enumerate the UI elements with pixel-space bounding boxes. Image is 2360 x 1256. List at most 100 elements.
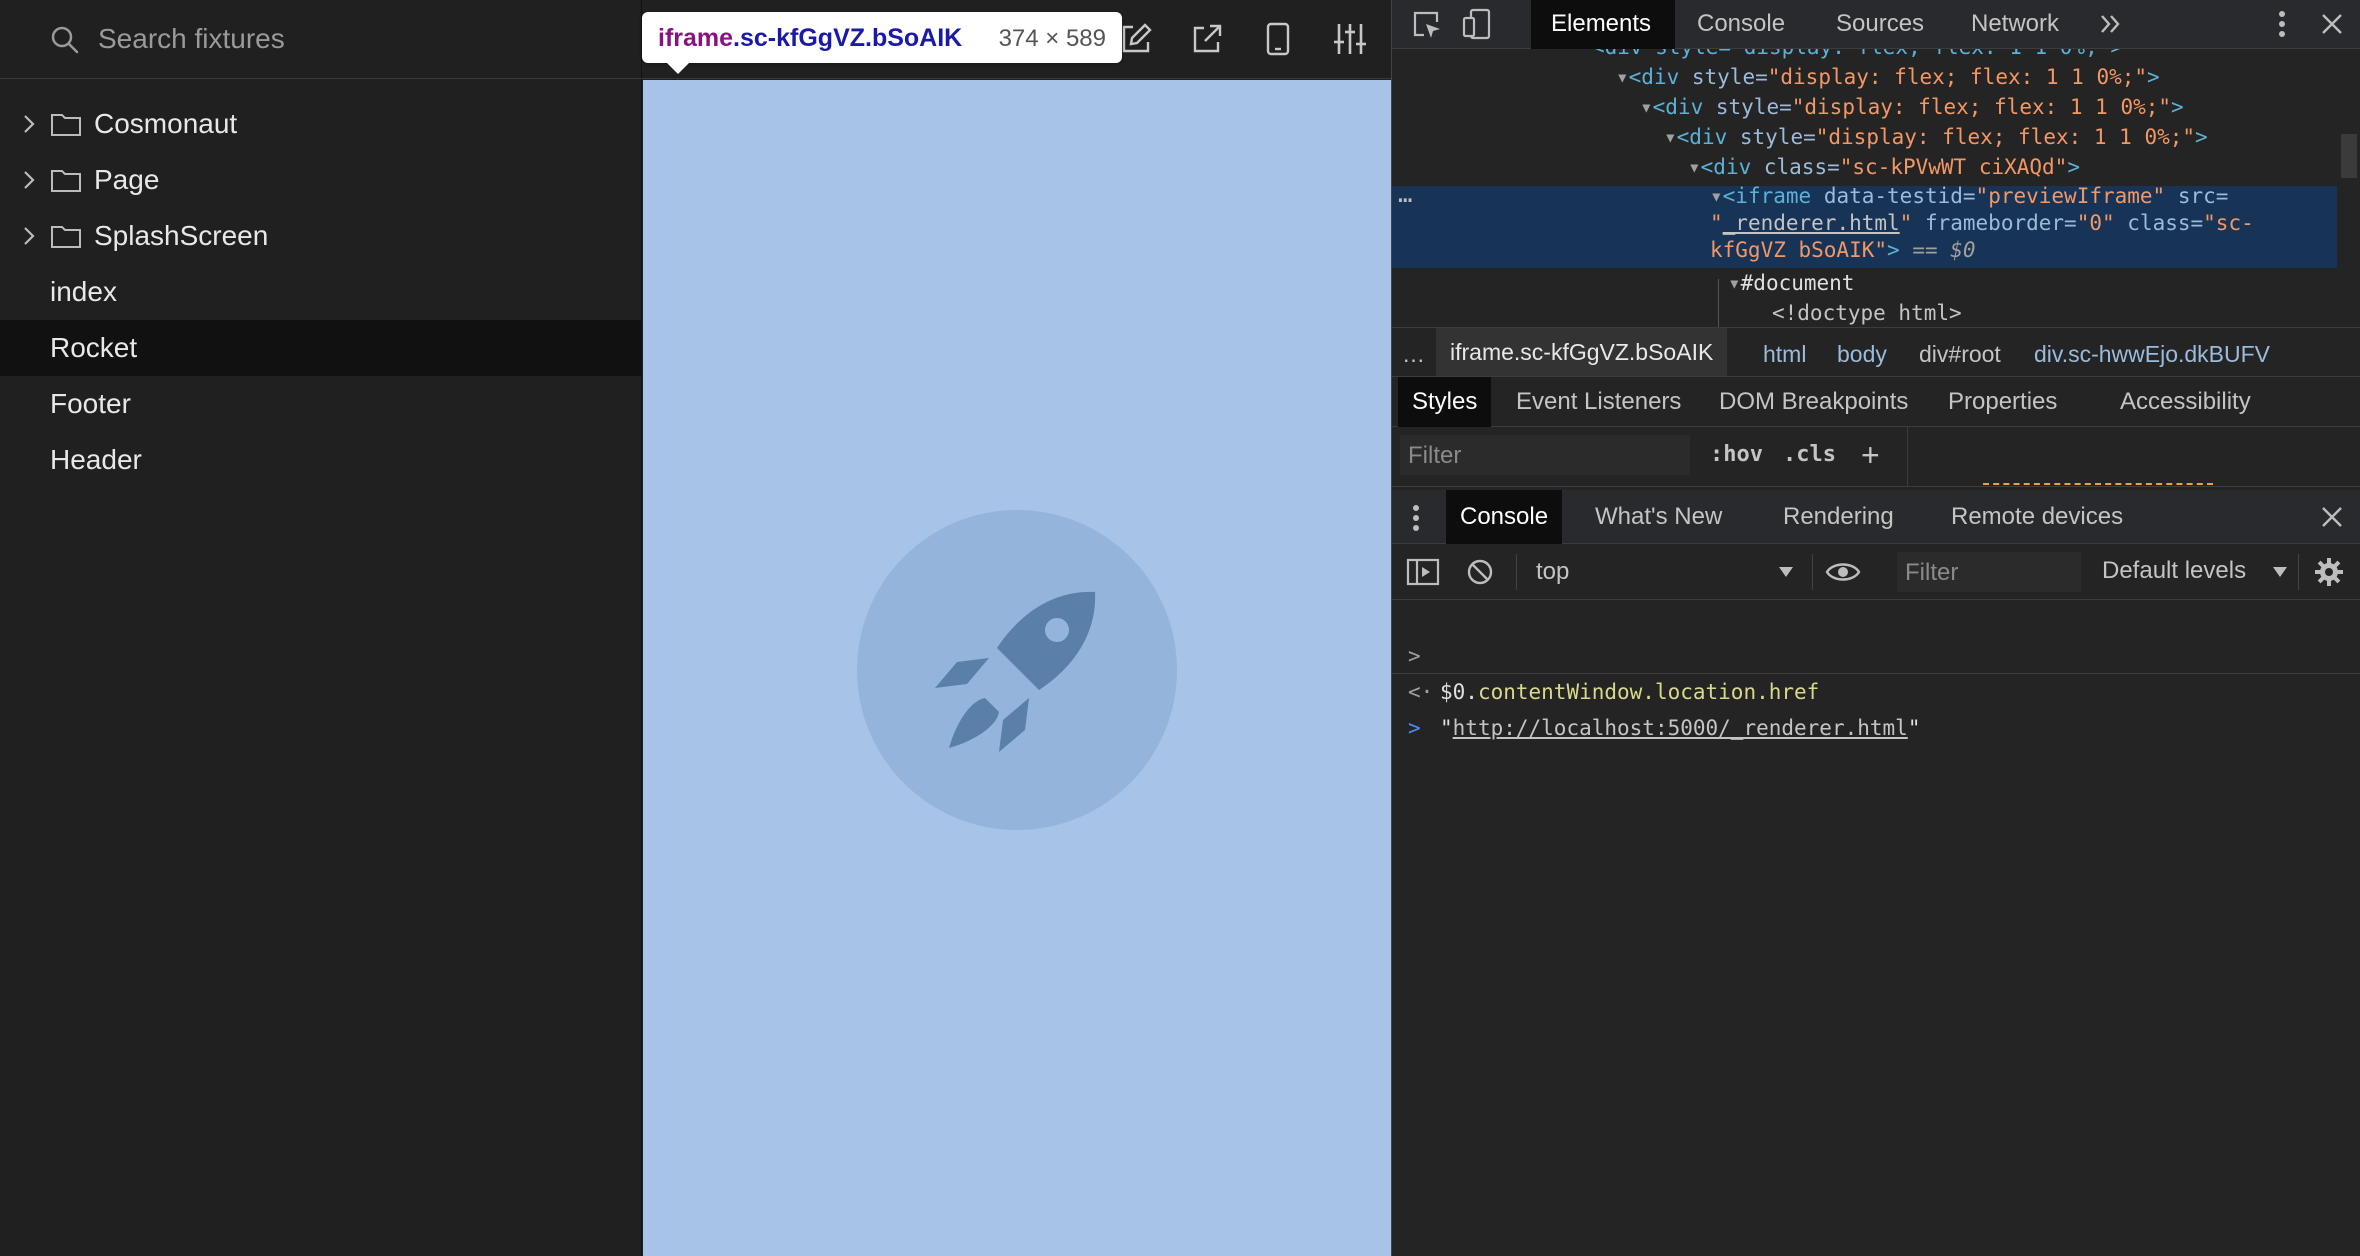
tree-item-label: Cosmonaut bbox=[94, 108, 238, 139]
tree-item-label: Rocket bbox=[50, 332, 138, 363]
tab-event-listeners[interactable]: Event Listeners bbox=[1516, 377, 1681, 427]
drawer-tab-remote-devices[interactable]: Remote devices bbox=[1951, 490, 2123, 544]
search-bar[interactable]: Search fixtures bbox=[0, 0, 642, 79]
log-levels-select[interactable]: Default levels bbox=[2102, 557, 2246, 585]
dom-node[interactable]: <div style="display: flex; flex: 1 1 0%;… bbox=[1592, 49, 2123, 62]
console-sidebar-icon[interactable] bbox=[1406, 558, 1440, 586]
breadcrumb-item[interactable]: iframe.sc-kfGgVZ.bSoAIK bbox=[1436, 328, 1728, 376]
breadcrumb-item[interactable]: body bbox=[1837, 341, 1887, 368]
tooltip-element-name: iframe.sc-kfGgVZ.bSoAIK bbox=[658, 24, 963, 52]
tab-network[interactable]: Network bbox=[1971, 0, 2059, 49]
chevron-right-icon[interactable] bbox=[20, 225, 38, 247]
tree-item-label: Page bbox=[94, 164, 160, 195]
styles-filter-input[interactable]: Filter bbox=[1400, 435, 1690, 475]
toolbar-divider bbox=[1516, 554, 1517, 590]
fixture-preview-iframe[interactable] bbox=[643, 80, 1391, 1256]
tab-styles[interactable]: Styles bbox=[1398, 377, 1492, 427]
search-icon bbox=[50, 25, 80, 55]
dom-node[interactable]: ▾<div style="display: flex; flex: 1 1 0%… bbox=[1640, 92, 2184, 122]
chevron-right-icon[interactable] bbox=[20, 113, 38, 135]
tree-fixture-header[interactable]: Header bbox=[0, 432, 642, 488]
breadcrumb-item[interactable]: div#root bbox=[1919, 341, 2001, 368]
dom-node-selected[interactable]: … ▾<iframe data-testid="previewIframe" s… bbox=[1392, 180, 2337, 268]
breadcrumb-more[interactable]: … bbox=[1402, 341, 1425, 368]
tooltip-arrow bbox=[666, 62, 690, 74]
dom-node[interactable]: <!doctype html> bbox=[1772, 298, 1962, 327]
tab-properties[interactable]: Properties bbox=[1948, 377, 2057, 427]
tree-folder-page[interactable]: Page bbox=[0, 152, 642, 208]
breadcrumb-item[interactable]: div.sc-hwwEjo.dkBUFV bbox=[2034, 341, 2270, 368]
control-panel-sliders-icon[interactable] bbox=[1333, 22, 1367, 56]
kebab-menu-icon[interactable] bbox=[2278, 10, 2286, 38]
console-output[interactable]: > $0.contentWindow.location.href <· "htt… bbox=[1392, 600, 2360, 1256]
node-actions-ellipsis-icon[interactable]: … bbox=[1398, 180, 1412, 208]
tab-console[interactable]: Console bbox=[1697, 0, 1785, 49]
result-url-link[interactable]: http://localhost:5000/_renderer.html bbox=[1453, 716, 1908, 740]
dom-node[interactable]: ▾<div style="display: flex; flex: 1 1 0%… bbox=[1616, 62, 2160, 92]
breadcrumb-item[interactable]: html bbox=[1763, 341, 1806, 368]
tree-fixture-rocket[interactable]: Rocket bbox=[0, 320, 642, 376]
console-toolbar: top Filter Default levels bbox=[1392, 544, 2360, 600]
dom-node[interactable]: ▾<div style="display: flex; flex: 1 1 0%… bbox=[1664, 122, 2208, 152]
drawer-tab-whats-new[interactable]: What's New bbox=[1595, 490, 1722, 544]
hov-toggle[interactable]: :hov bbox=[1710, 442, 1763, 467]
responsive-mobile-icon[interactable] bbox=[1265, 22, 1291, 56]
device-toolbar-icon[interactable] bbox=[1462, 8, 1494, 40]
console-result-line: <· "http://localhost:5000/_renderer.html… bbox=[1392, 638, 2360, 740]
tree-folder-splashscreen[interactable]: SplashScreen bbox=[0, 208, 642, 264]
tab-sources[interactable]: Sources bbox=[1836, 0, 1924, 49]
new-style-rule-icon[interactable]: + bbox=[1861, 437, 1880, 474]
styles-tab-bar: Styles Event Listeners DOM Breakpoints P… bbox=[1392, 377, 2360, 427]
devtools-tab-bar: Elements Console Sources Network bbox=[1392, 0, 2360, 49]
drawer-tab-rendering[interactable]: Rendering bbox=[1783, 490, 1894, 544]
execution-context-select[interactable]: top bbox=[1536, 558, 1569, 586]
live-expression-eye-icon[interactable] bbox=[1825, 560, 1861, 584]
fixture-sidebar: Search fixtures Cosmonaut Page SplashScr… bbox=[0, 0, 642, 1256]
folder-icon bbox=[50, 166, 82, 194]
toolbar-divider bbox=[1812, 554, 1813, 590]
folder-icon bbox=[50, 222, 82, 250]
dom-scrollbar[interactable] bbox=[2337, 49, 2360, 327]
dom-tree[interactable]: <div style="display: flex; flex: 1 1 0%;… bbox=[1392, 49, 2337, 327]
drawer-tab-bar: Console What's New Rendering Remote devi… bbox=[1392, 490, 2360, 544]
devtools-panel: Elements Console Sources Network <div st… bbox=[1391, 0, 2360, 1256]
search-input[interactable]: Search fixtures bbox=[98, 23, 285, 55]
gear-icon[interactable] bbox=[2314, 557, 2344, 587]
tree-fixture-footer[interactable]: Footer bbox=[0, 376, 642, 432]
drawer-menu-icon[interactable] bbox=[1412, 504, 1420, 532]
dropdown-arrow-icon[interactable] bbox=[1778, 566, 1794, 578]
breadcrumb: … iframe.sc-kfGgVZ.bSoAIK html body div#… bbox=[1392, 327, 2360, 377]
close-devtools-icon[interactable] bbox=[2320, 12, 2344, 36]
box-model-margin bbox=[1983, 483, 2213, 486]
folder-icon bbox=[50, 110, 82, 138]
styles-pane: Filter :hov .cls + bbox=[1392, 427, 2360, 487]
tree-folder-cosmonaut[interactable]: Cosmonaut bbox=[0, 96, 642, 152]
drawer-tab-console[interactable]: Console bbox=[1446, 490, 1563, 544]
prompt-chevron-icon: > bbox=[1408, 716, 1421, 740]
console-prompt-line[interactable]: > bbox=[1392, 674, 2360, 740]
console-input-line: > $0.contentWindow.location.href bbox=[1392, 602, 2360, 704]
more-tabs-icon[interactable] bbox=[2099, 12, 2123, 36]
clear-console-icon[interactable] bbox=[1466, 558, 1494, 586]
tree-fixture-index[interactable]: index bbox=[0, 264, 642, 320]
tree-item-label: Header bbox=[50, 444, 142, 475]
console-filter-input[interactable]: Filter bbox=[1897, 552, 2081, 592]
open-external-icon[interactable] bbox=[1190, 22, 1224, 56]
dom-node[interactable]: ▾#document bbox=[1728, 268, 1854, 298]
tab-accessibility[interactable]: Accessibility bbox=[2120, 377, 2251, 427]
toolbar-divider bbox=[2298, 554, 2299, 590]
chevron-right-icon[interactable] bbox=[20, 169, 38, 191]
element-inspect-tooltip: iframe.sc-kfGgVZ.bSoAIK 374 × 589 bbox=[642, 12, 1122, 63]
tree-guide-line bbox=[1718, 279, 1719, 327]
tree-item-label: index bbox=[50, 276, 117, 307]
tab-elements[interactable]: Elements bbox=[1531, 0, 1675, 49]
inspect-element-icon[interactable] bbox=[1412, 10, 1442, 40]
rocket-icon bbox=[935, 591, 1096, 752]
dom-node[interactable]: ▾<div class="sc-kPVwWT ciXAQd"> bbox=[1688, 152, 2080, 182]
cls-toggle[interactable]: .cls bbox=[1783, 442, 1836, 467]
pane-divider bbox=[1907, 427, 1908, 487]
tab-dom-breakpoints[interactable]: DOM Breakpoints bbox=[1719, 377, 1908, 427]
dropdown-arrow-icon[interactable] bbox=[2272, 566, 2288, 578]
close-drawer-icon[interactable] bbox=[2320, 505, 2344, 529]
edit-icon[interactable] bbox=[1119, 22, 1153, 56]
